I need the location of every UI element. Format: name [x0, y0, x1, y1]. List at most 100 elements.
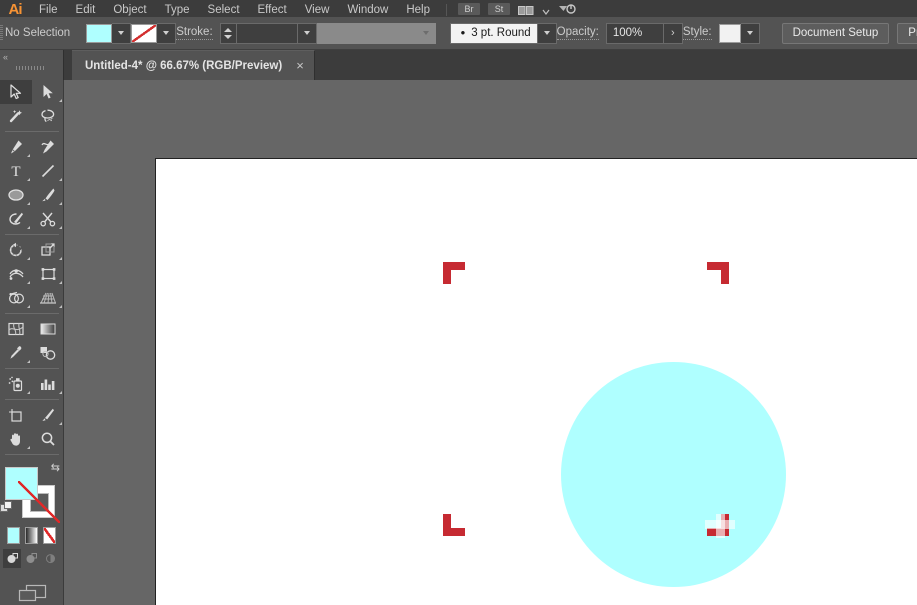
opacity-input[interactable]: 100% [605, 22, 664, 44]
shape-builder-tool[interactable] [0, 286, 32, 310]
scale-tool[interactable] [32, 238, 64, 262]
tools-group-transform [0, 238, 64, 310]
menu-effect[interactable]: Effect [249, 0, 296, 17]
change-screen-mode-button[interactable] [0, 568, 63, 605]
menu-file[interactable]: File [30, 0, 67, 17]
stroke-style-input[interactable]: • 3 pt. Round [449, 22, 538, 44]
stroke-weight-label[interactable]: Stroke: [176, 26, 213, 40]
color-mode-button[interactable] [7, 527, 20, 544]
selection-tool[interactable] [0, 80, 32, 104]
close-icon[interactable]: × [296, 59, 304, 72]
menu-select[interactable]: Select [199, 0, 249, 17]
fill-swatch[interactable] [86, 23, 113, 43]
ellipse-tool[interactable] [0, 183, 32, 207]
tools-panel: T ⇆ [0, 80, 64, 605]
stroke-dropdown-arrow[interactable] [157, 22, 177, 44]
graphic-style-dropdown-arrow[interactable] [740, 22, 760, 44]
document-tab[interactable]: Untitled-4* @ 66.67% (RGB/Preview) × [72, 50, 315, 80]
stock-button[interactable]: St [488, 3, 510, 15]
symbol-sprayer-tool[interactable] [0, 372, 32, 396]
arrange-documents-icon[interactable] [518, 3, 534, 16]
gradient-tool[interactable] [32, 317, 64, 341]
blend-tool[interactable] [32, 341, 64, 365]
stroke-swatch-none[interactable] [131, 23, 158, 43]
swap-fill-stroke-icon[interactable]: ⇆ [51, 461, 60, 474]
tools-group-selection [0, 80, 64, 128]
collapse-panel-icon[interactable]: « [3, 52, 8, 62]
width-tool[interactable] [0, 262, 32, 286]
zoom-tool[interactable] [32, 427, 64, 451]
draw-normal-button[interactable] [3, 549, 22, 568]
artboard-tool[interactable] [0, 403, 32, 427]
line-segment-tool[interactable] [32, 159, 64, 183]
opacity-control[interactable]: 100% › [605, 22, 683, 44]
rotate-tool[interactable] [0, 238, 32, 262]
column-graph-tool[interactable] [32, 372, 64, 396]
menu-view[interactable]: View [296, 0, 339, 17]
stroke-weight-stepper[interactable] [219, 22, 236, 44]
default-fill-stroke-icon[interactable] [0, 501, 14, 518]
stroke-weight-control[interactable] [219, 22, 317, 44]
tools-divider-1 [5, 131, 59, 132]
selection-status-label: No Selection [5, 27, 71, 39]
tools-group-symbols [0, 372, 64, 396]
none-mode-button[interactable] [43, 527, 56, 544]
stroke-style-control[interactable]: • 3 pt. Round [449, 22, 557, 44]
slice-tool[interactable] [32, 403, 64, 427]
menu-window[interactable]: Window [338, 0, 397, 17]
illustrator-window: Ai File Edit Object Type Select Effect V… [0, 0, 917, 605]
chevron-down-icon[interactable] [542, 3, 550, 16]
eyedropper-tool[interactable] [0, 341, 32, 365]
stroke-weight-input[interactable] [235, 22, 298, 44]
fill-color-control[interactable] [86, 22, 132, 44]
preferences-button[interactable]: Preferences [897, 22, 917, 44]
perspective-grid-tool[interactable] [32, 286, 64, 310]
graphic-style-swatch[interactable] [718, 23, 741, 43]
paintbrush-tool[interactable] [32, 183, 64, 207]
stroke-style-dropdown-arrow[interactable] [537, 22, 557, 44]
mesh-tool[interactable] [0, 317, 32, 341]
graphic-style-control[interactable] [718, 22, 760, 44]
variable-width-profile-input [316, 22, 417, 44]
search-adobe-stock-icon[interactable] [558, 3, 576, 16]
menu-edit[interactable]: Edit [67, 0, 105, 17]
direct-selection-tool[interactable] [32, 80, 64, 104]
artboard[interactable] [155, 158, 917, 605]
drawing-mode-buttons [0, 544, 63, 568]
style-label[interactable]: Style: [682, 26, 712, 40]
bridge-button[interactable]: Br [458, 3, 480, 15]
hand-tool[interactable] [0, 427, 32, 451]
opacity-expand-button[interactable]: › [663, 22, 683, 44]
document-setup-button[interactable]: Document Setup [781, 22, 890, 44]
menu-help[interactable]: Help [397, 0, 439, 17]
tools-divider-3 [5, 313, 59, 314]
svg-text:T: T [11, 164, 20, 179]
free-transform-tool[interactable] [32, 262, 64, 286]
fill-dropdown-arrow[interactable] [112, 22, 132, 44]
draw-behind-button[interactable] [22, 549, 40, 568]
type-tool[interactable]: T [0, 159, 32, 183]
document-tab-title: Untitled-4* @ 66.67% (RGB/Preview) [85, 59, 283, 72]
fill-indicator-swatch[interactable] [5, 467, 38, 500]
scissors-tool[interactable] [32, 207, 64, 231]
ellipse-shape[interactable] [561, 362, 786, 587]
tools-divider-6 [5, 454, 59, 455]
lasso-tool[interactable] [32, 104, 64, 128]
opacity-label[interactable]: Opacity: [556, 26, 599, 40]
stroke-weight-dropdown-arrow[interactable] [297, 22, 317, 44]
curvature-tool[interactable] [32, 135, 64, 159]
shaper-tool[interactable] [0, 207, 32, 231]
control-bar-grip[interactable] [0, 17, 3, 49]
menu-object[interactable]: Object [104, 0, 155, 17]
toolbar-grip[interactable] [16, 66, 46, 70]
document-canvas[interactable] [64, 80, 917, 605]
magic-wand-tool[interactable] [0, 104, 32, 128]
pen-tool[interactable] [0, 135, 32, 159]
draw-inside-button[interactable] [42, 549, 60, 568]
gradient-mode-button[interactable] [25, 527, 38, 544]
toolbar-panel-header: « [0, 50, 64, 80]
stroke-color-control[interactable] [131, 22, 177, 44]
menu-type[interactable]: Type [156, 0, 199, 17]
variable-width-profile-control [316, 22, 436, 44]
stroke-style-value: 3 pt. Round [471, 27, 531, 39]
